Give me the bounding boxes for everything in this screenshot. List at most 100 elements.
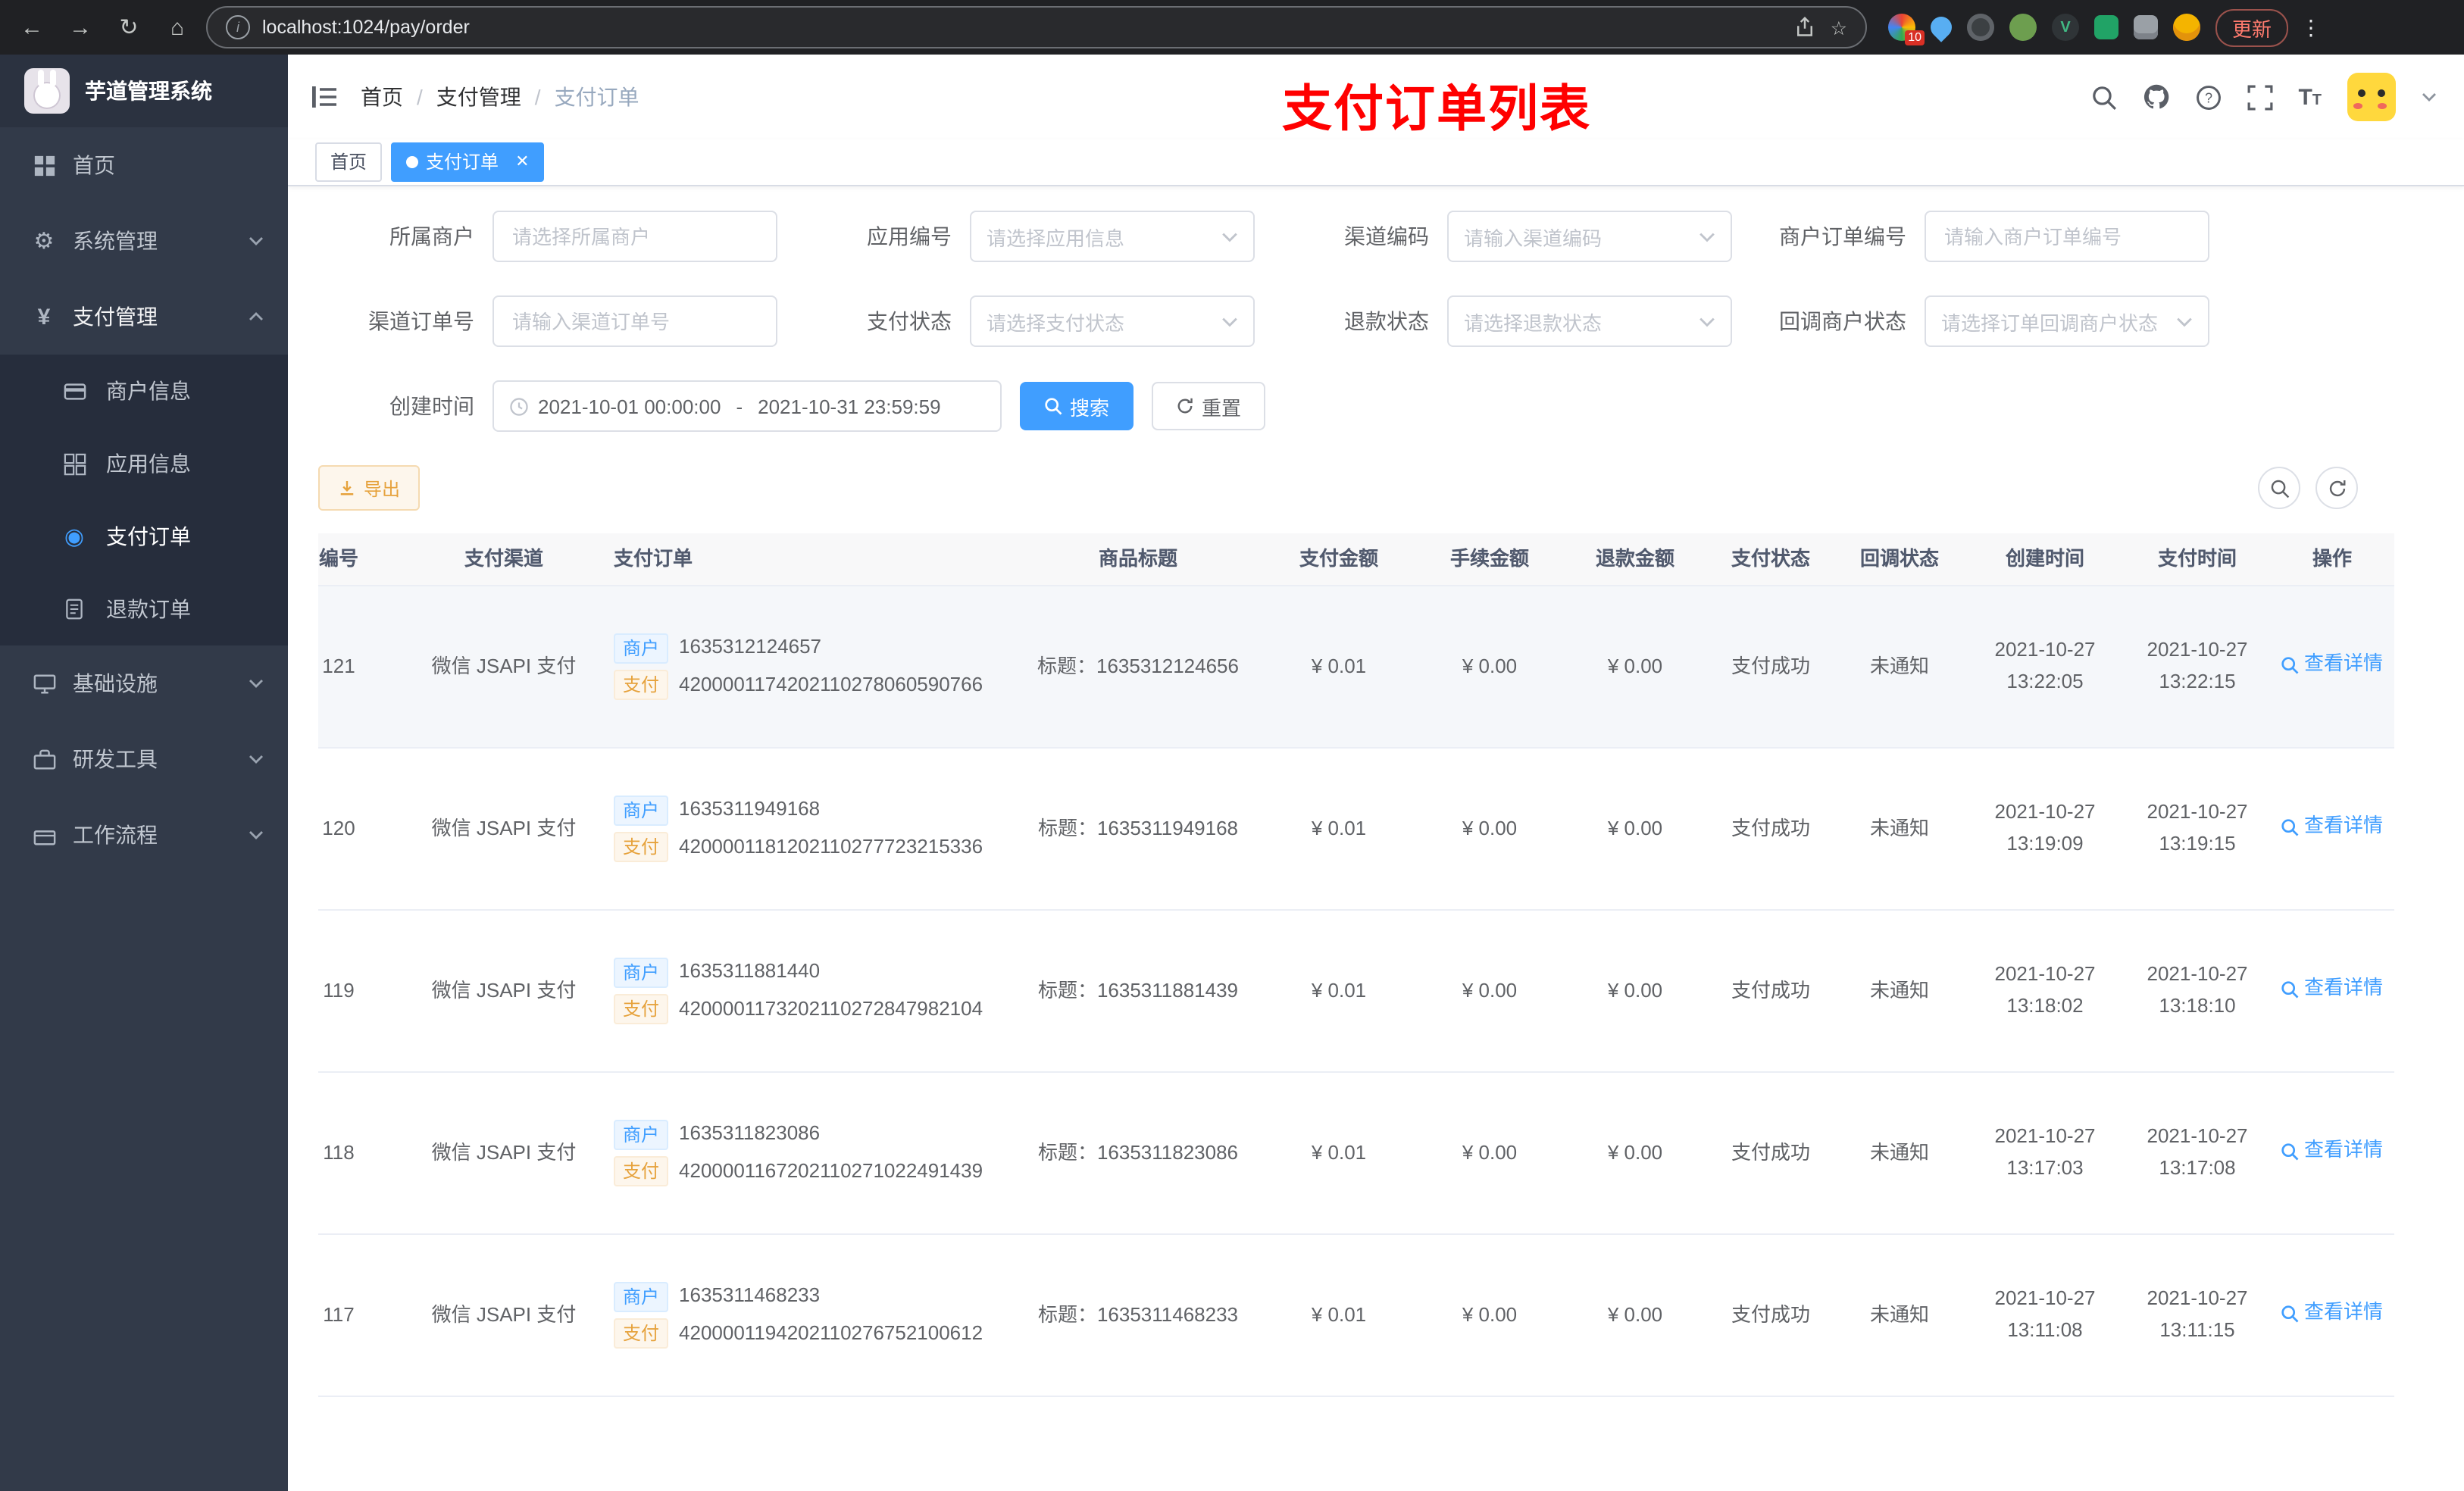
chevron-down-icon [2176,313,2193,330]
cell-refund: ¥ 0.00 [1607,1140,1663,1164]
create-time-filter-label: 创建时间 [389,394,474,418]
reload-icon[interactable]: ↻ [109,8,149,47]
breadcrumb: 首页 / 支付管理 / 支付订单 [361,82,639,112]
cell-refund: ¥ 0.00 [1607,816,1663,839]
caret-down-icon[interactable] [2422,89,2437,105]
cell-channel: 微信 JSAPI 支付 [431,1302,577,1326]
home-icon[interactable]: ⌂ [158,8,197,47]
close-icon[interactable]: ✕ [515,144,529,180]
site-info-icon[interactable]: i [226,15,250,39]
app-no-filter-select[interactable]: 请选择应用信息 [970,211,1255,262]
refresh-button[interactable] [2315,467,2358,509]
help-icon[interactable]: ? [2195,84,2221,110]
table-row: 120 微信 JSAPI 支付 商户 1635311949168 支付 420000… [318,749,2394,911]
table-header: 编号 支付渠道 支付订单 商品标题 支付金额 手续金额 退款金额 支付状态 回调… [318,533,2394,586]
channel-pay-no: 4200001194202110276752100612 [679,1321,983,1344]
date-range-separator: - [736,395,743,417]
puzzle-extension-icon[interactable] [2134,15,2158,39]
view-detail-link[interactable]: 查看详情 [2281,1298,2383,1330]
cell-refund: ¥ 0.00 [1607,654,1663,677]
sidebar-fold-icon[interactable] [309,82,339,112]
browser-menu-icon[interactable]: ⋮ [2300,14,2322,40]
chevron-down-icon [249,676,264,691]
table-row: 118 微信 JSAPI 支付 商户 1635311823086 支付 420000… [318,1073,2394,1235]
sidebar-item-system[interactable]: ⚙ 系统管理 [0,203,288,279]
share-icon[interactable] [1794,17,1815,38]
svg-text:?: ? [2204,89,2212,105]
table-row: 121 微信 JSAPI 支付 商户 1635312124657 支付 420000… [318,586,2394,749]
sidebar-item-pay[interactable]: ¥ 支付管理 [0,279,288,355]
channel-order-no-filter-input[interactable] [492,295,777,347]
bookmark-star-icon[interactable]: ☆ [1831,16,1847,39]
merchant-order-no-filter-input[interactable] [1925,211,2209,262]
cell-pay-time: 2021-10-27 13:22:15 [2147,638,2248,692]
pay-status-filter-select[interactable]: 请选择支付状态 [970,295,1255,347]
sidebar-item-label: 首页 [73,153,115,177]
sidebar-item-merchant-info[interactable]: 商户信息 [0,355,288,427]
colorful-extension-icon[interactable]: 10 [1888,14,1925,45]
fullscreen-icon[interactable] [2247,84,2272,110]
cell-pay-order: 商户 1635311468233 支付 4200001194202110276752… [591,1274,1015,1355]
pin-extension-icon[interactable] [1926,12,1956,42]
forward-icon[interactable]: → [61,8,100,47]
sidebar-item-home[interactable]: 首页 [0,127,288,203]
github-icon[interactable] [2142,83,2169,111]
merchant-tag: 商户 [614,1119,669,1150]
view-detail-link[interactable]: 查看详情 [2281,974,2383,1005]
face-extension-icon[interactable] [2173,14,2200,41]
date-end-value[interactable]: 2021-10-31 23:59:59 [758,395,940,417]
view-detail-link[interactable]: 查看详情 [2281,1136,2383,1167]
chrome-update-button[interactable]: 更新 [2215,8,2289,46]
merchant-tag: 商户 [614,1281,669,1312]
tab-home[interactable]: 首页 [315,142,383,182]
merchant-tag: 商户 [614,633,669,664]
search-icon[interactable] [2090,84,2116,110]
sidebar-item-pay-order[interactable]: ◉ 支付订单 [0,500,288,573]
chat-extension-icon[interactable] [2094,15,2118,39]
date-start-value[interactable]: 2021-10-01 00:00:00 [538,395,721,417]
merchant-filter-input[interactable] [492,211,777,262]
callback-status-filter-select[interactable]: 请选择订单回调商户状态 [1925,295,2209,347]
col-header-create-time: 创建时间 [2005,546,2084,570]
chevron-down-icon [1699,313,1715,330]
refund-status-filter-select[interactable]: 请选择退款状态 [1447,295,1732,347]
create-time-range-picker[interactable]: 2021-10-01 00:00:00 - 2021-10-31 23:59:5… [492,380,1002,432]
extensions-area: 10 V [1888,12,2200,45]
gear-icon: ⚙ [33,229,55,255]
col-header-status: 支付状态 [1731,546,1810,570]
tab-pay-order[interactable]: 支付订单 ✕ [391,142,545,182]
toggle-search-button[interactable] [2258,467,2300,509]
sidebar-item-label: 基础设施 [73,671,158,695]
cell-title: 标题：1635311823086 [1037,1140,1239,1164]
vue-devtools-icon[interactable]: V [2052,14,2079,41]
dark-extension-icon[interactable] [1967,14,1994,41]
green-extension-icon[interactable] [2009,14,2037,41]
breadcrumb-pay[interactable]: 支付管理 [436,82,521,112]
sidebar-item-workflow[interactable]: 工作流程 [0,797,288,873]
font-size-icon[interactable]: TT [2298,84,2322,110]
sidebar-item-infra[interactable]: 基础设施 [0,645,288,721]
select-placeholder: 请选择应用信息 [987,227,1125,249]
view-detail-link[interactable]: 查看详情 [2281,649,2383,681]
channel-code-filter-label: 渠道编码 [1344,224,1429,248]
view-detail-link[interactable]: 查看详情 [2281,811,2383,843]
sidebar-item-refund-order[interactable]: 退款订单 [0,573,288,645]
sidebar-item-app-info[interactable]: 应用信息 [0,427,288,500]
export-button[interactable]: 导出 [318,465,421,511]
search-button[interactable]: 搜索 [1020,382,1134,430]
pay-status-filter-label: 支付状态 [867,309,952,333]
breadcrumb-home[interactable]: 首页 [361,82,403,112]
back-icon[interactable]: ← [12,8,52,47]
browser-toolbar: ← → ↻ ⌂ i localhost:1024/pay/order ☆ 10 … [0,0,2464,55]
reset-button[interactable]: 重置 [1152,382,1266,430]
pay-tag: 支付 [614,994,669,1025]
cell-pay-order: 商户 1635311949168 支付 4200001181202110277723… [591,788,1015,869]
url-text[interactable]: localhost:1024/pay/order [262,17,1782,38]
sidebar-item-dev-tools[interactable]: 研发工具 [0,721,288,797]
channel-pay-no: 4200001181202110277723215336 [679,835,983,858]
refund-status-filter-label: 退款状态 [1344,309,1429,333]
cell-amount: ¥ 0.01 [1311,816,1367,839]
channel-code-filter-select[interactable]: 请输入渠道编码 [1447,211,1732,262]
avatar[interactable] [2347,73,2396,121]
url-bar[interactable]: i localhost:1024/pay/order ☆ [206,6,1867,48]
